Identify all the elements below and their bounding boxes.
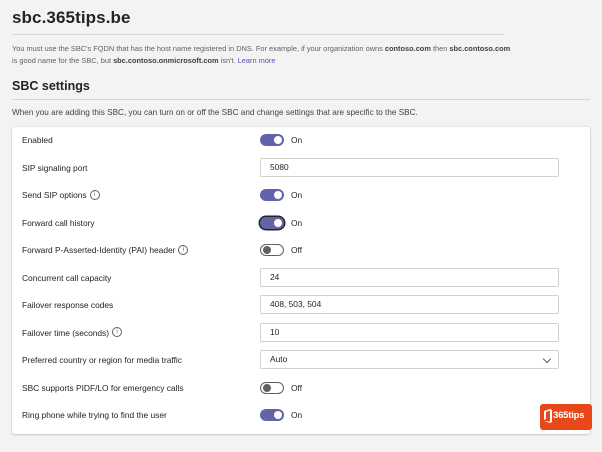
setting-row-forward-call-history: Forward call history On	[12, 210, 590, 237]
setting-label-text: Ring phone while trying to find the user	[22, 410, 167, 420]
chevron-down-icon	[542, 354, 552, 364]
help-text-example: sbc.contoso.onmicrosoft.com	[113, 55, 219, 65]
toggle-state-text: Off	[291, 382, 303, 393]
toggle-state-text: On	[291, 190, 303, 200]
setting-label-text: Failover response codes	[22, 300, 114, 310]
help-text-part: is good name for the SBC, but	[12, 55, 114, 65]
setting-label-text: Enabled	[22, 135, 53, 145]
info-icon[interactable]: i	[178, 244, 189, 255]
forward-pai-toggle[interactable]	[260, 244, 284, 256]
setting-label-text: SIP signaling port	[22, 162, 88, 173]
help-text-example: sbc.contoso.com	[449, 44, 511, 53]
section-divider	[12, 99, 590, 100]
setting-label-text: Forward P-Asserted-Identity (PAI) header	[22, 245, 176, 255]
setting-row-sip-port: SIP signaling port 5080	[12, 155, 590, 182]
toggle-knob	[263, 246, 271, 254]
section-description: When you are adding this SBC, you can tu…	[12, 108, 418, 117]
setting-row-send-sip-options: Send SIP options i On	[12, 182, 590, 209]
sip-port-input[interactable]: 5080	[260, 157, 559, 177]
setting-label: SBC supports PIDF/LO for emergency calls	[22, 375, 184, 402]
failover-codes-input[interactable]: 408, 503, 504	[260, 295, 559, 314]
setting-row-forward-pai: Forward P-Asserted-Identity (PAI) header…	[12, 237, 590, 264]
setting-label-text: Send SIP options	[22, 190, 87, 200]
setting-label: Forward call history	[22, 210, 95, 237]
section-title: SBC settings	[12, 79, 90, 93]
setting-label: Ring phone while trying to find the user	[22, 402, 167, 429]
setting-label: Preferred country or region for media tr…	[22, 347, 182, 374]
pidf-lo-toggle[interactable]	[260, 381, 284, 394]
concurrent-calls-input[interactable]: 24	[260, 267, 559, 287]
toggle-knob	[263, 383, 271, 392]
toggle-state-text: On	[291, 410, 303, 420]
setting-label: SIP signaling port	[22, 155, 88, 182]
sbc-settings-card: Enabled On SIP signaling port 5080 Send …	[12, 127, 590, 434]
setting-label-text: Preferred country or region for media tr…	[22, 355, 182, 365]
setting-row-concurrent-calls: Concurrent call capacity 24	[12, 265, 590, 292]
help-text-example: contoso.com	[384, 44, 431, 53]
setting-label-text: Concurrent call capacity	[22, 272, 112, 283]
setting-label: Enabled	[22, 127, 53, 154]
learn-more-link[interactable]: Learn more	[238, 56, 276, 65]
media-region-select[interactable]: Auto	[260, 350, 559, 369]
send-sip-options-toggle[interactable]	[260, 189, 284, 201]
fqdn-help-text: You must use the SBC's FQDN that has the…	[12, 43, 512, 66]
setting-label: Send SIP options i	[22, 182, 100, 209]
watermark-text: 365tips	[553, 410, 585, 421]
setting-label: Concurrent call capacity	[22, 265, 111, 292]
setting-row-enabled: Enabled On	[12, 127, 590, 154]
failover-time-input[interactable]: 10	[260, 322, 559, 342]
toggle-state-text: On	[291, 135, 303, 145]
title-divider	[12, 34, 504, 35]
select-value: Auto	[270, 354, 288, 364]
toggle-state-text: On	[291, 217, 303, 228]
setting-row-failover-time: Failover time (seconds) i 10	[12, 320, 590, 347]
setting-label: Failover time (seconds) i	[22, 320, 123, 347]
setting-label-text: SBC supports PIDF/LO for emergency calls	[22, 382, 184, 393]
setting-row-failover-codes: Failover response codes 408, 503, 504	[12, 292, 590, 319]
help-text-part: You must use the SBC's FQDN that has the…	[12, 44, 385, 53]
watermark-logo: 365tips	[540, 404, 592, 430]
info-icon[interactable]: i	[112, 327, 123, 338]
forward-call-history-toggle[interactable]	[260, 216, 284, 229]
setting-label-text: Forward call history	[22, 217, 95, 228]
page-title: sbc.365tips.be	[12, 8, 131, 27]
info-icon[interactable]: i	[89, 189, 100, 200]
office-logo-icon	[544, 409, 552, 423]
ring-phone-toggle[interactable]	[260, 409, 284, 421]
setting-row-pidf-lo: SBC supports PIDF/LO for emergency calls…	[12, 375, 590, 402]
help-text-part: isn't.	[218, 55, 238, 65]
setting-label-text: Failover time (seconds)	[22, 327, 110, 338]
setting-row-ring-phone: Ring phone while trying to find the user…	[12, 402, 590, 429]
toggle-state-text: Off	[291, 245, 303, 255]
toggle-knob	[274, 411, 282, 419]
toggle-knob	[274, 136, 282, 144]
toggle-knob	[274, 218, 282, 227]
setting-label: Forward P-Asserted-Identity (PAI) header…	[22, 237, 189, 264]
enabled-toggle[interactable]	[260, 134, 284, 146]
setting-label: Failover response codes	[22, 292, 113, 319]
help-text-part: then	[430, 44, 450, 53]
setting-row-media-region: Preferred country or region for media tr…	[12, 347, 590, 374]
toggle-knob	[274, 191, 282, 199]
